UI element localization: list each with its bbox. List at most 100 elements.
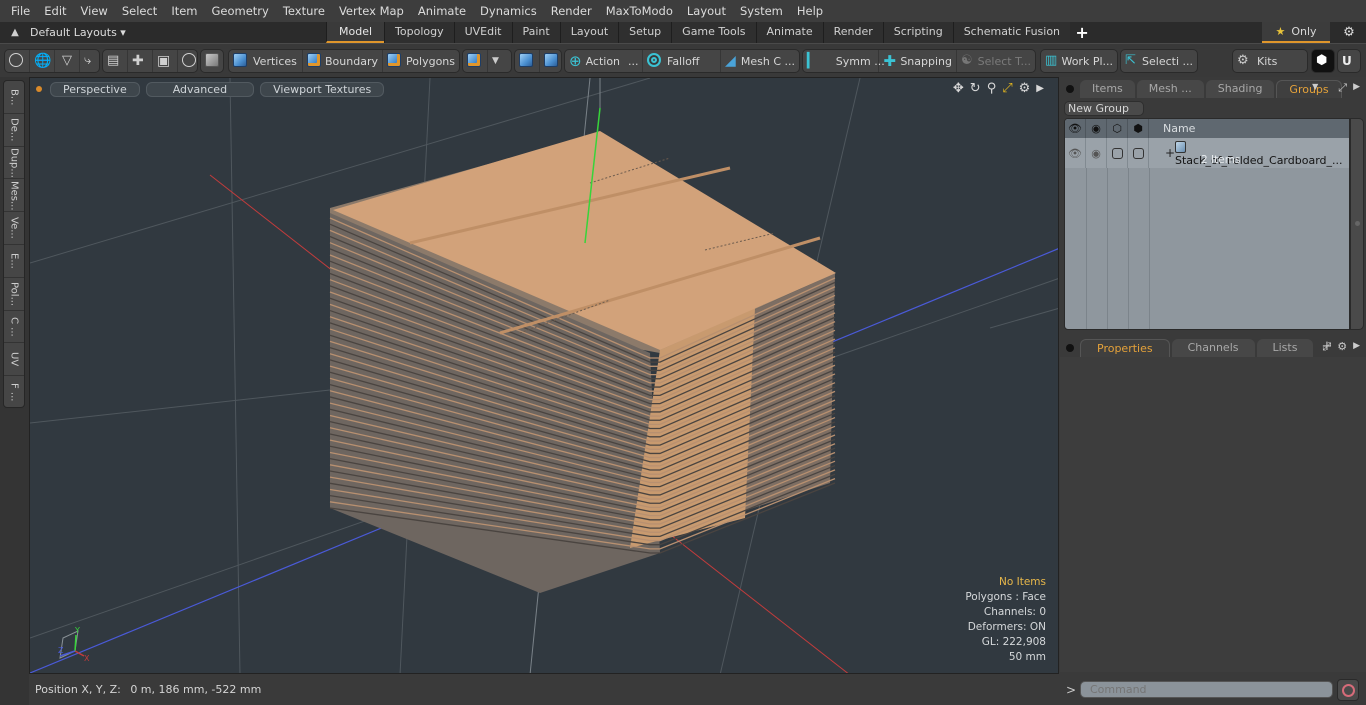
menu-texture[interactable]: Texture [276, 0, 332, 22]
select-through-button[interactable]: ☯ Select T... [957, 50, 1035, 72]
record-macro-button[interactable] [1337, 679, 1359, 701]
layout-tab-animate[interactable]: Animate [755, 22, 823, 43]
left-tool-tab[interactable]: UV [4, 343, 24, 377]
select-circle-button[interactable] [5, 50, 30, 72]
menu-geometry[interactable]: Geometry [205, 0, 276, 22]
mode-dropdown-button[interactable]: ▼ [488, 50, 503, 72]
workplane-button[interactable]: ▥ Work Pl... [1041, 50, 1117, 72]
layout-tab-layout[interactable]: Layout [559, 22, 619, 43]
visibility-toggle-eye-icon[interactable]: 👁 [1065, 138, 1086, 168]
maximize-view-icon[interactable]: ⤢ [1002, 81, 1012, 97]
perspective-button[interactable]: Perspective [50, 81, 140, 97]
panel-gear-icon[interactable]: ⚙ [1337, 340, 1347, 354]
add-layout-tab-button[interactable]: + [1070, 23, 1094, 42]
panel-arrow-icon[interactable]: ▶ [1353, 340, 1360, 354]
symmetry-button[interactable]: ▎ Symm ... [803, 50, 885, 72]
item-mode-button[interactable] [201, 50, 225, 72]
gear-icon[interactable]: ⚙ [1338, 22, 1360, 43]
left-tool-tab[interactable]: Dup... [4, 147, 24, 180]
boundary-button[interactable]: Boundary [303, 50, 383, 72]
expand-panel-icon[interactable]: ⤢ [1322, 340, 1331, 354]
layout-tab-setup[interactable]: Setup [618, 22, 672, 43]
menu-select[interactable]: Select [115, 0, 164, 22]
left-tool-tab[interactable]: Pol... [4, 278, 24, 311]
panel-tab-channels[interactable]: Channels [1171, 339, 1255, 357]
3d-viewport[interactable]: Y X Z Perspective Advanced Viewport Text… [29, 77, 1059, 674]
scroll-knob[interactable] [1355, 221, 1360, 226]
panel-tab-shading[interactable]: Shading [1205, 80, 1275, 98]
viewport-gear-icon[interactable]: ⚙ [1019, 81, 1031, 97]
left-tool-tab[interactable]: B... [4, 81, 24, 114]
panel-tab-lists[interactable]: Lists [1256, 339, 1314, 357]
menu-render[interactable]: Render [544, 0, 599, 22]
material-mode-button[interactable] [463, 50, 488, 72]
select-path-button[interactable]: ⤷ [80, 50, 104, 72]
move-view-icon[interactable]: ✥ [953, 81, 964, 97]
select-lasso-button[interactable]: ▽ [55, 50, 80, 72]
mesh-constraint-button[interactable]: ◢ Mesh C ... [721, 50, 799, 72]
panel-tab-mesh[interactable]: Mesh ... [1136, 80, 1204, 98]
layout-tab-scripting[interactable]: Scripting [882, 22, 953, 43]
left-tool-tab[interactable]: De... [4, 114, 24, 147]
expand-panel-icon[interactable]: ⤢ [1338, 81, 1347, 95]
cube-app-button[interactable]: ⬢ [1311, 49, 1335, 73]
new-group-button[interactable]: New Group [1064, 101, 1144, 116]
visibility-column-eye-icon[interactable]: 👁 [1065, 119, 1086, 138]
view-cube-button[interactable] [515, 50, 540, 72]
checker-cube-button[interactable] [540, 50, 564, 72]
zoom-view-icon[interactable]: ⚲ [987, 81, 997, 97]
render-toggle-camera-icon[interactable]: ◉ [1086, 138, 1107, 168]
name-column-header[interactable]: Name [1149, 122, 1195, 135]
layout-tab-topology[interactable]: Topology [384, 22, 454, 43]
polygons-button[interactable]: Polygons [383, 50, 459, 72]
left-tool-tab[interactable]: Mes... [4, 179, 24, 213]
command-input[interactable] [1080, 681, 1333, 698]
left-tool-tab[interactable]: F ... [4, 376, 24, 409]
menu-file[interactable]: File [4, 0, 37, 22]
action-center-button[interactable]: ⊕ Action... [565, 50, 643, 72]
menu-animate[interactable]: Animate [411, 0, 473, 22]
viewport-textures-button[interactable]: Viewport Textures [260, 81, 385, 97]
groups-scrollbar[interactable] [1350, 118, 1364, 330]
group-row[interactable]: 👁 ◉ + Stack_of_Folded_Cardboard_... 2 It… [1065, 138, 1349, 168]
menu-system[interactable]: System [733, 0, 790, 22]
frame-button[interactable]: ▣ [153, 50, 178, 72]
panel-tab-properties[interactable]: Properties [1080, 339, 1170, 357]
select-checkbox[interactable] [1128, 138, 1149, 168]
left-tool-tab[interactable]: Ve... [4, 212, 24, 245]
menu-maxtomodo[interactable]: MaxToModo [599, 0, 680, 22]
viewport-options-dot[interactable] [36, 86, 42, 92]
chevron-down-icon[interactable]: ▼ [1312, 81, 1318, 95]
layout-tab-paint[interactable]: Paint [511, 22, 560, 43]
snapping-button[interactable]: ✚ Snapping [879, 50, 957, 72]
only-button[interactable]: ★ Only [1262, 22, 1330, 43]
lock-column-cube-icon[interactable]: ⬡ [1107, 119, 1128, 138]
shading-mode-button[interactable]: Advanced [145, 81, 255, 97]
menu-dynamics[interactable]: Dynamics [473, 0, 544, 22]
menu-help[interactable]: Help [790, 0, 830, 22]
grid-button[interactable]: ✚ [128, 50, 153, 72]
menu-item[interactable]: Item [164, 0, 204, 22]
layout-tab-uvedit[interactable]: UVEdit [453, 22, 512, 43]
dial-button[interactable] [178, 50, 202, 72]
layout-tab-game-tools[interactable]: Game Tools [671, 22, 756, 43]
panel-tab-items[interactable]: Items [1080, 80, 1135, 98]
panel-menu-dot[interactable] [1066, 85, 1074, 93]
unreal-button[interactable]: U [1337, 49, 1361, 73]
left-tool-tab[interactable]: C ... [4, 311, 24, 344]
render-column-camera-icon[interactable]: ◉ [1086, 119, 1107, 138]
select-globe-button[interactable]: 🌐 [30, 50, 55, 72]
falloff-button[interactable]: Falloff [643, 50, 721, 72]
panel-menu-dot[interactable] [1066, 344, 1074, 352]
rotate-view-icon[interactable]: ↻ [970, 81, 981, 97]
layout-tab-render[interactable]: Render [822, 22, 883, 43]
viewport-menu-arrow-icon[interactable]: ▶ [1036, 81, 1044, 97]
align-button[interactable]: ▤ [103, 50, 128, 72]
selection-sets-button[interactable]: ⇱ Selecti ... [1121, 50, 1197, 72]
menu-layout[interactable]: Layout [680, 0, 733, 22]
layout-selector[interactable]: Default Layouts ▾ [30, 26, 326, 39]
vertices-button[interactable]: Vertices [229, 50, 303, 72]
lock-checkbox[interactable] [1107, 138, 1128, 168]
layout-tab-model[interactable]: Model [326, 22, 385, 43]
expand-plus-icon[interactable]: + [1165, 146, 1175, 160]
